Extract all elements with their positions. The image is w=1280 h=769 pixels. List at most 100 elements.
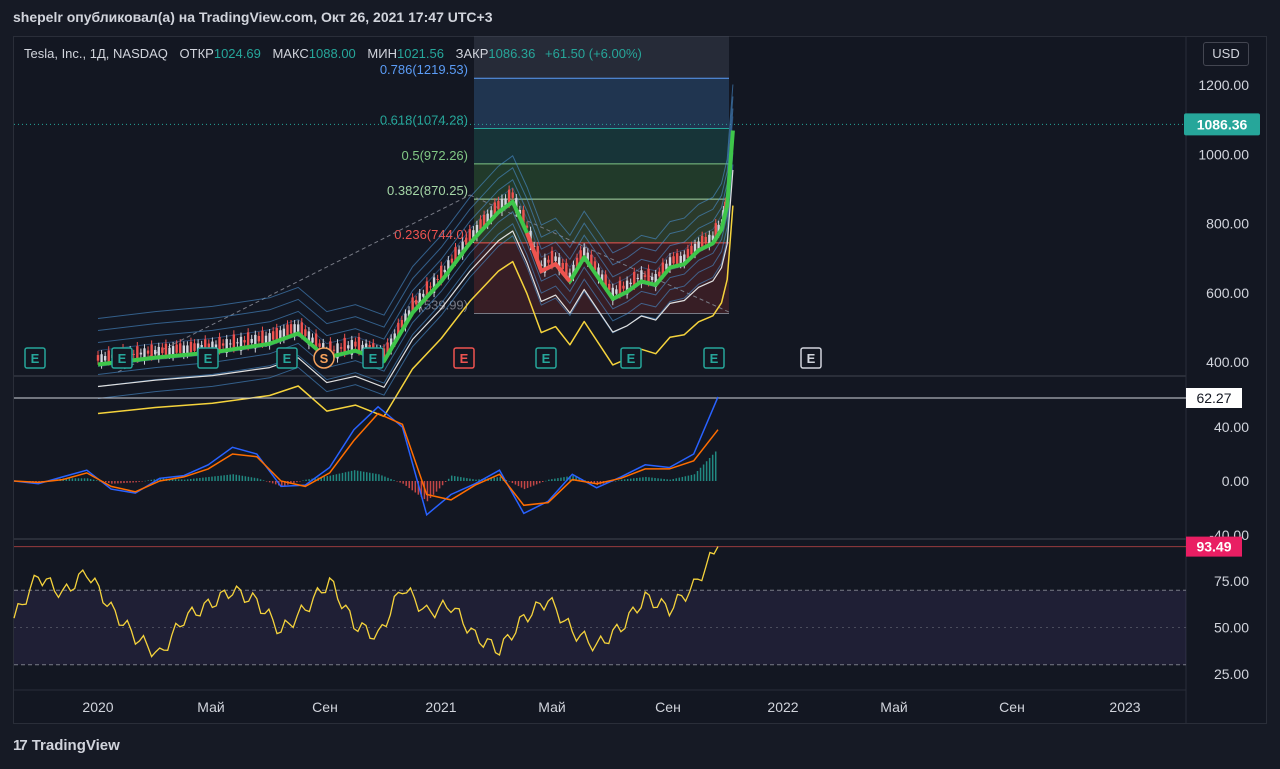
footer-brand-text: TradingView	[31, 737, 120, 754]
macd-histogram-bar	[675, 478, 678, 481]
macd-histogram-bar	[108, 481, 110, 484]
macd-histogram-bar	[414, 481, 417, 493]
macd-histogram-bar	[174, 479, 177, 481]
macd-histogram-bar	[523, 481, 526, 490]
macd-histogram-bar	[332, 474, 335, 481]
macd-histogram-bar	[711, 454, 714, 481]
candle-body	[343, 337, 346, 353]
macd-histogram-bar	[305, 479, 307, 481]
macd-histogram-bar	[450, 475, 453, 481]
macd-histogram-bar	[359, 471, 362, 481]
candle-body	[221, 343, 225, 346]
macd-histogram-bar	[432, 481, 435, 495]
macd-histogram-bar	[560, 477, 562, 481]
macd-histogram-bar	[520, 481, 523, 488]
macd-histogram-bar	[496, 477, 498, 481]
candle-body	[347, 345, 350, 349]
macd-histogram-bar	[444, 481, 447, 483]
macd-histogram-bar	[672, 478, 674, 481]
macd-histogram-bar	[399, 481, 401, 483]
macd-histogram-bar	[441, 481, 444, 486]
macd-histogram-bar	[199, 477, 201, 481]
macd-histogram-bar	[454, 476, 456, 481]
macd-histogram-bar	[302, 480, 304, 481]
price-axis-tick: 1000.00	[1198, 146, 1249, 162]
time-axis-tick: 2022	[767, 699, 798, 715]
macd-histogram-bar	[660, 478, 662, 481]
time-axis-tick: Май	[880, 699, 907, 715]
macd-histogram-bar	[387, 477, 389, 481]
macd-histogram-bar	[193, 478, 195, 481]
chart-svg[interactable]: 0.786(1219.53) 0.618(1074.28) 0.5(972.26) 0…	[0, 0, 1280, 769]
event-label: E	[542, 351, 551, 366]
macd-histogram-bar	[666, 479, 668, 481]
footer-brand[interactable]: 17 TradingView	[13, 737, 120, 754]
macd-histogram-bar	[229, 474, 231, 481]
macd-histogram-bar	[714, 451, 717, 481]
macd-histogram-bar	[244, 476, 247, 481]
candle-body	[164, 343, 168, 355]
macd-histogram-bar	[469, 478, 471, 481]
candle-body	[629, 282, 632, 285]
macd-histogram-bar	[111, 481, 113, 484]
candle-body	[139, 352, 143, 355]
macd-histogram-bar	[620, 479, 623, 481]
macd-histogram-bar	[141, 481, 143, 482]
candle-body	[700, 235, 704, 247]
macd-histogram-bar	[708, 457, 711, 481]
macd-histogram-bar	[95, 480, 98, 481]
macd-histogram-bar	[438, 481, 441, 489]
symbol-name: Tesla, Inc., 1Д, NASDAQ	[24, 46, 168, 61]
macd-histogram-bar	[508, 481, 511, 482]
candle-body	[150, 344, 153, 357]
candle-body	[304, 329, 307, 336]
candle-body	[132, 353, 135, 355]
macd-histogram-bar	[129, 481, 131, 483]
candle-body	[179, 343, 182, 353]
macd-histogram-bar	[262, 480, 265, 481]
macd-histogram-bar	[545, 480, 547, 482]
candle-body	[357, 337, 361, 352]
macd-histogram-bar	[702, 464, 705, 481]
candle-body	[675, 253, 679, 264]
macd-histogram-bar	[89, 478, 92, 481]
time-axis-tick: Май	[538, 699, 565, 715]
macd-histogram-bar	[190, 478, 192, 481]
candle-body	[354, 341, 357, 347]
price-axis-tick: 400.00	[1206, 354, 1249, 370]
candle-body	[232, 334, 236, 349]
candle-body	[257, 335, 261, 342]
candle-body	[561, 263, 564, 270]
time-axis-tick: Сен	[999, 699, 1025, 715]
event-label: E	[627, 351, 636, 366]
candle-body	[103, 355, 107, 361]
time-axis-tick: Май	[197, 699, 224, 715]
rsi-axis-tick: 75.00	[1214, 573, 1249, 589]
macd-histogram-bar	[120, 481, 122, 484]
macd-histogram-bar	[144, 480, 146, 482]
macd-histogram-bar	[551, 479, 553, 481]
currency-button[interactable]: USD	[1203, 42, 1249, 66]
candle-body	[168, 347, 171, 355]
macd-histogram-bar	[554, 478, 556, 481]
macd-histogram-bar	[77, 478, 80, 481]
macd-histogram-bar	[633, 478, 635, 481]
candle-body	[107, 350, 110, 362]
candle-body	[429, 286, 432, 288]
macd-histogram-bar	[356, 470, 359, 481]
macd-histogram-bar	[463, 477, 465, 481]
macd-histogram-bar	[684, 476, 687, 481]
macd-histogram-bar	[645, 476, 647, 481]
symbol-legend: Tesla, Inc., 1Д, NASDAQ ОТКР1024.69 МАКС…	[24, 46, 642, 61]
close-value: 1086.36	[488, 46, 536, 61]
macd-histogram-bar	[369, 472, 371, 481]
candle-body	[136, 346, 139, 359]
macd-histogram-bar	[241, 475, 244, 481]
macd-histogram-bar	[499, 476, 502, 481]
macd-histogram-bar	[362, 471, 365, 481]
macd-histogram-bar	[402, 481, 404, 484]
macd-histogram-bar	[687, 475, 690, 481]
macd-histogram-bar	[335, 474, 338, 481]
macd-histogram-bar	[296, 481, 298, 483]
macd-histogram-bar	[435, 481, 438, 492]
